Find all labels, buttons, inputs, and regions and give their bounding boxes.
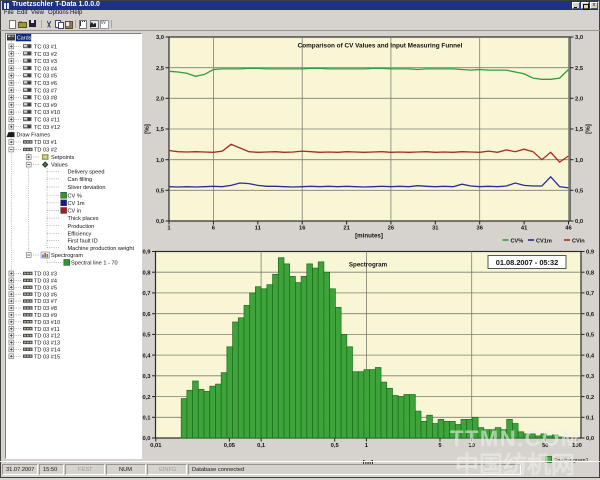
svg-text:1: 1	[365, 443, 369, 449]
svg-text:0,8: 0,8	[142, 270, 151, 276]
svg-text:0,7: 0,7	[142, 291, 150, 297]
svg-text:0,4: 0,4	[586, 353, 595, 359]
svg-text:0,01: 0,01	[150, 443, 162, 449]
svg-text:0,6: 0,6	[586, 312, 595, 318]
svg-text:0,0: 0,0	[142, 436, 150, 442]
svg-text:0,5: 0,5	[331, 443, 340, 449]
svg-text:11: 11	[255, 226, 262, 232]
svg-text:2,5: 2,5	[156, 66, 165, 72]
svg-text:0,5: 0,5	[586, 333, 595, 339]
svg-text:5: 5	[438, 443, 442, 449]
svg-text:0,8: 0,8	[586, 270, 595, 276]
svg-text:0,5: 0,5	[142, 333, 151, 339]
svg-text:01.08.2007 - 05:32: 01.08.2007 - 05:32	[496, 258, 558, 267]
svg-text:[%]: [%]	[144, 124, 151, 134]
svg-text:Comparison of CV Values and In: Comparison of CV Values and Input Measur…	[298, 43, 463, 50]
svg-text:0,7: 0,7	[586, 291, 594, 297]
svg-text:0,3: 0,3	[586, 374, 595, 380]
svg-text:[minutes]: [minutes]	[355, 233, 383, 240]
svg-text:2,0: 2,0	[156, 97, 164, 103]
svg-text:36: 36	[476, 226, 483, 232]
svg-text:0,2: 0,2	[586, 395, 594, 401]
svg-text:1,5: 1,5	[156, 127, 165, 133]
svg-text:3,0: 3,0	[575, 35, 583, 41]
svg-text:CV%: CV%	[511, 238, 524, 244]
svg-text:41: 41	[521, 226, 528, 232]
svg-text:0,6: 0,6	[142, 312, 151, 318]
svg-text:0,9: 0,9	[142, 250, 151, 256]
svg-text:CVin: CVin	[572, 238, 585, 244]
svg-text:6: 6	[212, 226, 216, 232]
svg-text:0,5: 0,5	[575, 189, 584, 195]
svg-text:1,0: 1,0	[156, 158, 164, 164]
svg-text:CV1m: CV1m	[536, 238, 552, 244]
svg-text:46: 46	[565, 226, 572, 232]
svg-text:0,05: 0,05	[224, 443, 236, 449]
svg-text:0,4: 0,4	[142, 353, 151, 359]
svg-text:21: 21	[343, 226, 350, 232]
svg-text:2,5: 2,5	[575, 66, 584, 72]
svg-text:0,9: 0,9	[586, 250, 595, 256]
svg-text:3,0: 3,0	[156, 35, 164, 41]
svg-text:0,2: 0,2	[142, 395, 150, 401]
svg-text:1,0: 1,0	[575, 158, 583, 164]
svg-text:Spectrogram: Spectrogram	[349, 262, 388, 269]
svg-text:16: 16	[299, 226, 306, 232]
svg-text:1: 1	[167, 226, 171, 232]
svg-text:[%]: [%]	[585, 124, 592, 134]
svg-text:2,0: 2,0	[575, 97, 583, 103]
svg-text:0,1: 0,1	[257, 443, 266, 449]
svg-text:26: 26	[388, 226, 395, 232]
svg-text:0,5: 0,5	[156, 189, 165, 195]
svg-text:0,0: 0,0	[575, 219, 583, 225]
svg-text:0,3: 0,3	[142, 374, 151, 380]
svg-text:1,5: 1,5	[575, 127, 584, 133]
svg-text:0,1: 0,1	[586, 416, 595, 422]
svg-text:0,0: 0,0	[156, 219, 164, 225]
svg-text:31: 31	[432, 226, 439, 232]
svg-text:0,1: 0,1	[142, 416, 151, 422]
